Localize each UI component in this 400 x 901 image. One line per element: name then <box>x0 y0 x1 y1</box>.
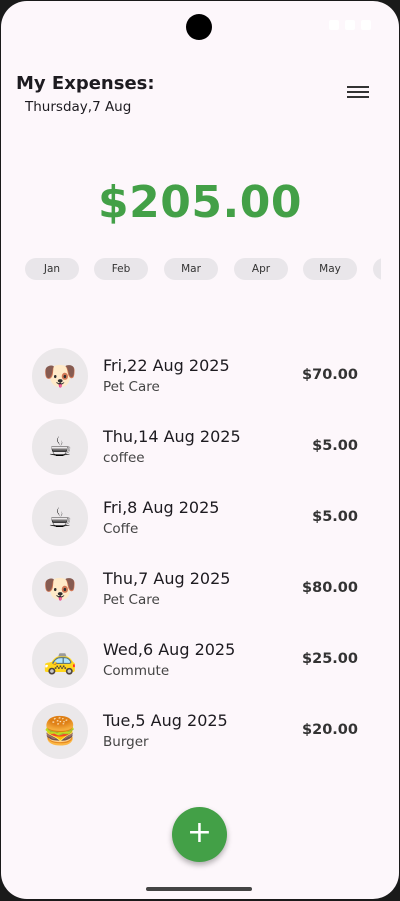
expense-date: Thu,7 Aug 2025 <box>103 569 231 588</box>
expense-row[interactable]: ☕ Fri,8 Aug 2025 Coffe $5.00 <box>1 483 399 554</box>
expense-amount: $25.00 <box>302 651 358 667</box>
current-date: Thursday,7 Aug <box>25 99 132 115</box>
expense-category: Coffe <box>103 521 139 537</box>
home-indicator[interactable] <box>146 887 252 891</box>
expense-date: Wed,6 Aug 2025 <box>103 640 236 659</box>
month-chip-jan[interactable]: Jan <box>25 258 79 280</box>
expense-category: coffee <box>103 450 145 466</box>
month-chip-apr[interactable]: Apr <box>234 258 288 280</box>
burger-icon: 🍔 <box>32 703 88 759</box>
taxi-icon: 🚕 <box>32 632 88 688</box>
expense-amount: $70.00 <box>302 367 358 383</box>
expense-row[interactable]: 🐶 Thu,7 Aug 2025 Pet Care $80.00 <box>1 554 399 625</box>
status-icons <box>329 17 373 33</box>
month-chip-next[interactable] <box>373 258 381 280</box>
month-selector[interactable]: Jan Feb Mar Apr May <box>25 258 381 282</box>
wifi-icon <box>329 20 339 30</box>
month-chip-feb[interactable]: Feb <box>94 258 148 280</box>
menu-button[interactable] <box>347 83 369 103</box>
signal-icon <box>345 20 355 30</box>
app-screen: My Expenses: Thursday,7 Aug $205.00 Jan … <box>1 1 399 899</box>
expense-date: Fri,8 Aug 2025 <box>103 498 220 517</box>
month-chip-mar[interactable]: Mar <box>164 258 218 280</box>
expense-row[interactable]: 🍔 Tue,5 Aug 2025 Burger $20.00 <box>1 696 399 767</box>
month-chip-may[interactable]: May <box>303 258 357 280</box>
page-title: My Expenses: <box>16 73 155 94</box>
expense-date: Tue,5 Aug 2025 <box>103 711 228 730</box>
battery-icon <box>361 20 371 30</box>
dog-icon: 🐶 <box>32 561 88 617</box>
expense-row[interactable]: 🚕 Wed,6 Aug 2025 Commute $25.00 <box>1 625 399 696</box>
expense-amount: $20.00 <box>302 722 358 738</box>
expense-amount: $5.00 <box>312 438 358 454</box>
expense-date: Fri,22 Aug 2025 <box>103 356 230 375</box>
coffee-icon: ☕ <box>32 419 88 475</box>
expense-amount: $80.00 <box>302 580 358 596</box>
expense-category: Pet Care <box>103 379 160 395</box>
coffee-icon: ☕ <box>32 490 88 546</box>
dog-icon: 🐶 <box>32 348 88 404</box>
plus-icon: + <box>186 815 213 850</box>
front-camera <box>186 14 212 40</box>
expense-category: Commute <box>103 663 170 679</box>
status-bar <box>1 1 399 51</box>
expense-amount: $5.00 <box>312 509 358 525</box>
hamburger-menu-icon <box>347 86 369 98</box>
total-amount: $205.00 <box>98 177 302 228</box>
expense-row[interactable]: 🐶 Fri,22 Aug 2025 Pet Care $70.00 <box>1 341 399 412</box>
expense-category: Burger <box>103 734 149 750</box>
add-expense-button[interactable]: + <box>172 807 227 862</box>
expense-date: Thu,14 Aug 2025 <box>103 427 241 446</box>
expense-row[interactable]: ☕ Thu,14 Aug 2025 coffee $5.00 <box>1 412 399 483</box>
expense-category: Pet Care <box>103 592 160 608</box>
